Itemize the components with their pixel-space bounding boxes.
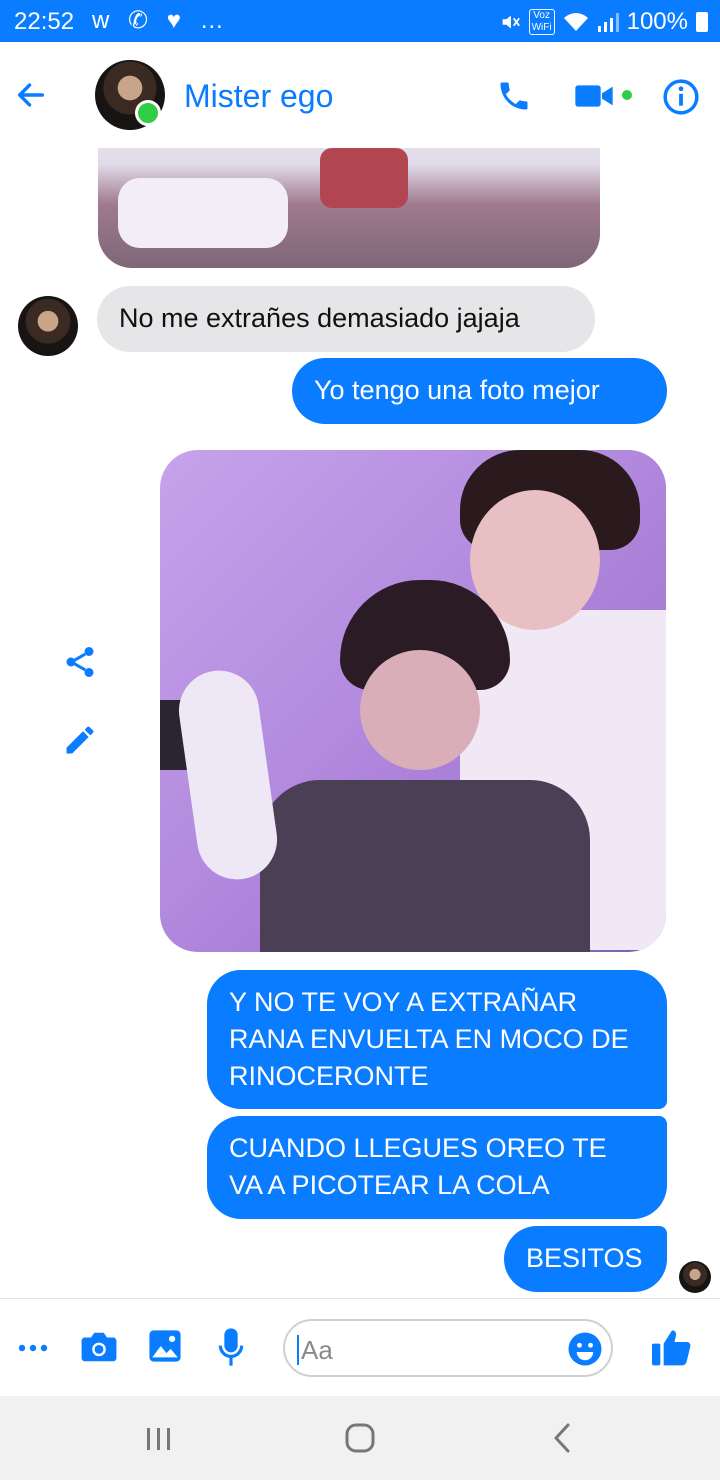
notification-icons: w ✆ ♥ … xyxy=(92,7,230,34)
battery-percent: 100% xyxy=(626,8,688,35)
back-arrow-icon[interactable] xyxy=(14,78,48,112)
online-status-dot xyxy=(135,100,161,126)
read-receipt-avatar xyxy=(679,1261,711,1293)
video-available-dot xyxy=(622,90,632,100)
signal-icon xyxy=(597,13,619,32)
contact-avatar-small[interactable] xyxy=(18,296,78,356)
message-input[interactable] xyxy=(299,1329,553,1371)
gallery-icon[interactable] xyxy=(148,1329,182,1363)
shared-photo-me[interactable] xyxy=(160,450,666,952)
status-right: Voz WiFi 100% xyxy=(499,8,708,36)
wifi-label: WiFi xyxy=(531,22,552,33)
video-camera-icon[interactable] xyxy=(574,80,614,112)
mute-icon xyxy=(502,15,520,29)
message-bubble-incoming[interactable]: No me extrañes demasiado jajaja xyxy=(97,286,595,352)
back-icon[interactable] xyxy=(550,1422,574,1454)
chat-header: Mister ego xyxy=(0,42,720,148)
message-bubble-outgoing[interactable]: Yo tengo una foto mejor xyxy=(292,358,667,424)
more-dots-icon[interactable] xyxy=(18,1335,48,1361)
phone-icon[interactable] xyxy=(496,78,532,114)
edit-pencil-icon[interactable] xyxy=(62,722,98,758)
home-icon[interactable] xyxy=(344,1422,376,1454)
voz-wifi-badge: Voz WiFi xyxy=(528,9,555,35)
contact-name[interactable]: Mister ego xyxy=(184,78,333,115)
camera-icon[interactable] xyxy=(80,1329,118,1365)
status-bar: 22:52 w ✆ ♥ … Voz WiFi 100% xyxy=(0,0,720,42)
message-composer xyxy=(0,1298,720,1397)
photo-detail xyxy=(260,780,590,952)
photo-detail xyxy=(118,178,288,248)
photo-detail xyxy=(320,148,408,208)
shared-photo-contact[interactable] xyxy=(98,148,600,268)
message-bubble-outgoing[interactable]: BESITOS xyxy=(504,1226,667,1292)
info-icon[interactable] xyxy=(662,78,700,116)
message-bubble-outgoing[interactable]: Y NO TE VOY A EXTRAÑAR RANA ENVUELTA EN … xyxy=(207,970,667,1109)
share-icon[interactable] xyxy=(62,644,98,680)
message-bubble-outgoing[interactable]: CUANDO LLEGUES OREO TE VA A PICOTEAR LA … xyxy=(207,1116,667,1219)
recents-icon[interactable] xyxy=(144,1426,174,1452)
emoji-icon[interactable] xyxy=(567,1331,603,1367)
message-input-box[interactable] xyxy=(283,1319,613,1377)
thumbs-up-icon[interactable] xyxy=(650,1327,694,1367)
voz-label: Voz xyxy=(533,10,550,21)
wifi-icon xyxy=(563,13,588,31)
message-list[interactable]: No me extrañes demasiado jajaja Yo tengo… xyxy=(0,148,720,1298)
photo-detail xyxy=(173,665,283,885)
photo-detail xyxy=(360,650,480,770)
status-time: 22:52 xyxy=(14,8,75,35)
battery-icon xyxy=(696,12,708,32)
system-navigation-bar xyxy=(0,1396,720,1480)
microphone-icon[interactable] xyxy=(217,1327,245,1367)
